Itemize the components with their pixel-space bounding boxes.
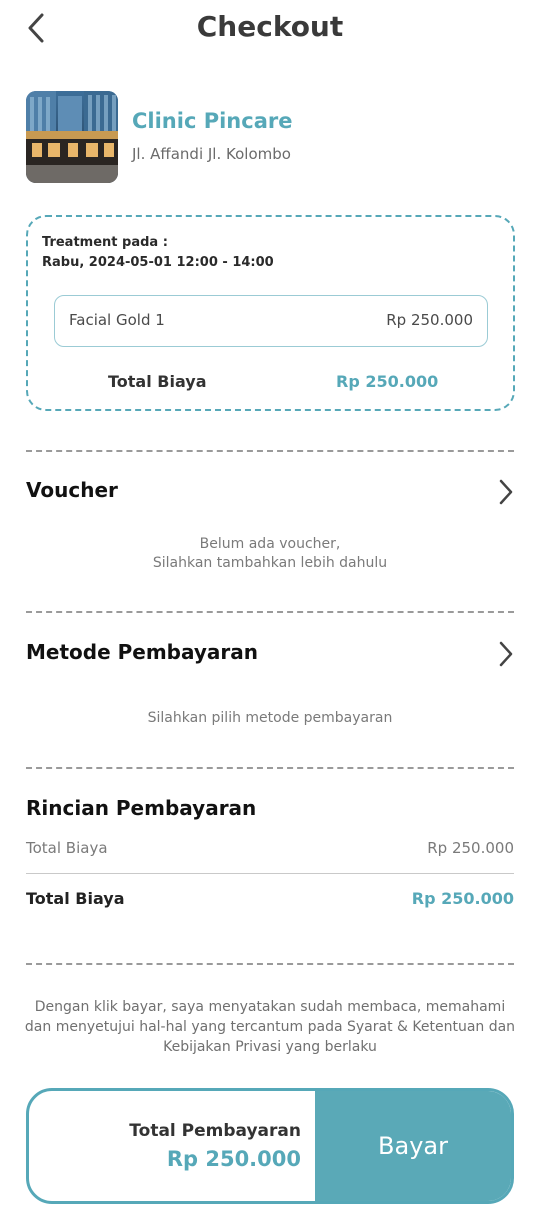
service-price: Rp 250.000 (386, 311, 473, 329)
terms-text: Dengan klik bayar, saya menyatakan sudah… (24, 999, 516, 1055)
treatment-total-value: Rp 250.000 (336, 372, 439, 391)
payment-bar: Total Pembayaran Rp 250.000 Bayar (26, 1088, 514, 1204)
pay-button[interactable]: Bayar (315, 1091, 511, 1201)
page-title: Checkout (196, 10, 344, 43)
payment-method-title[interactable]: Metode Pembayaran (26, 640, 258, 664)
rincian-total-label: Total Biaya (26, 889, 125, 908)
treatment-label: Treatment pada : (42, 235, 168, 250)
treatment-total-label: Total Biaya (108, 372, 207, 391)
rincian-subtotal-label: Total Biaya (26, 839, 108, 857)
payment-total-label: Total Pembayaran (129, 1121, 301, 1141)
payment-method-hint: Silahkan pilih metode pembayaran (147, 710, 393, 726)
treatment-schedule: Rabu, 2024-05-01 12:00 - 14:00 (42, 255, 274, 270)
rincian-subtotal-value: Rp 250.000 (427, 839, 514, 857)
divider (26, 767, 514, 769)
clinic-card: Clinic Pincare Jl. Affandi Jl. Kolombo (26, 91, 516, 183)
chevron-right-icon (499, 641, 513, 667)
chevron-right-icon (499, 479, 513, 505)
rincian-total-value: Rp 250.000 (411, 889, 514, 908)
clinic-address: Jl. Affandi Jl. Kolombo (132, 145, 291, 163)
header: Checkout (0, 0, 540, 60)
voucher-hint-line2: Silahkan tambahkan lebih dahulu (152, 555, 388, 571)
clinic-photo (26, 91, 118, 183)
payment-total-amount: Rp 250.000 (166, 1147, 301, 1171)
clinic-name: Clinic Pincare (132, 109, 293, 133)
voucher-hint-line1: Belum ada voucher, (199, 536, 341, 552)
divider (26, 611, 514, 613)
divider (26, 963, 514, 965)
voucher-title[interactable]: Voucher (26, 478, 118, 502)
rincian-total-row: Total Biaya Rp 250.000 (26, 889, 514, 909)
treatment-summary: Treatment pada : Rabu, 2024-05-01 12:00 … (26, 215, 515, 411)
payment-method-open-button[interactable] (496, 640, 516, 668)
voucher-open-button[interactable] (496, 478, 516, 506)
service-name: Facial Gold 1 (69, 311, 165, 329)
rincian-title: Rincian Pembayaran (26, 796, 257, 820)
service-item: Facial Gold 1 Rp 250.000 (54, 295, 488, 347)
divider (26, 450, 514, 452)
rincian-subtotal-row: Total Biaya Rp 250.000 (26, 839, 514, 859)
rincian-separator (26, 873, 514, 874)
